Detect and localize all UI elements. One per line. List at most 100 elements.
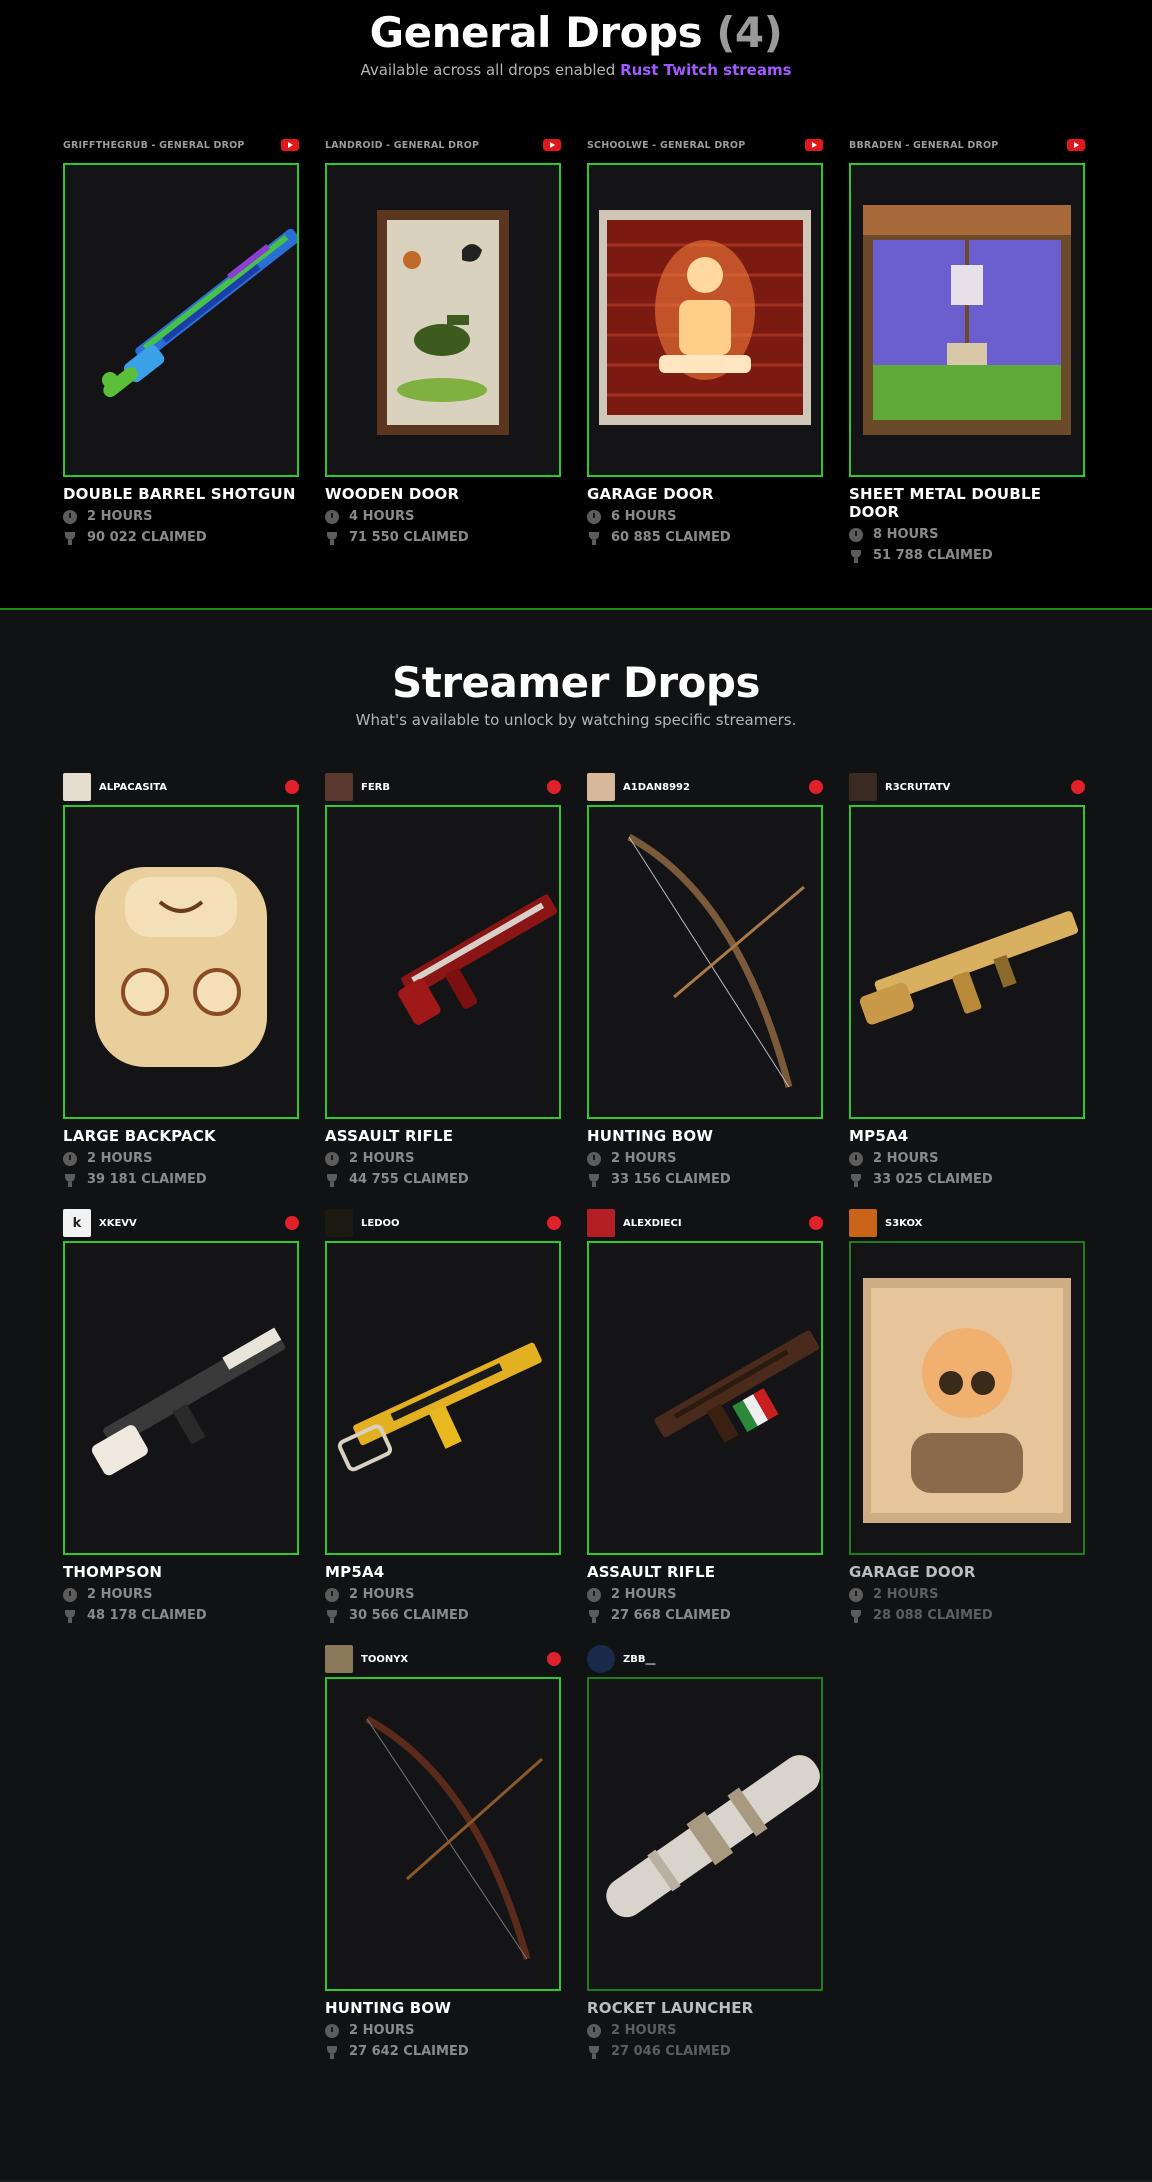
drop-card[interactable]: LANDROID - GENERAL DROP WOODEN DOOR 4 HO… — [325, 130, 561, 563]
claimed-value: 44 755 CLAIMED — [349, 1172, 469, 1187]
streamer-name[interactable]: XKEVV — [99, 1218, 285, 1229]
clock-icon — [587, 1151, 601, 1166]
item-image[interactable] — [325, 1677, 561, 1991]
streamer-avatar[interactable] — [849, 1209, 877, 1237]
drop-card[interactable]: ZBB__ ROCKET LAUNCHER 2 HOURS 27 046 CLA… — [587, 1644, 823, 2059]
live-dot-icon — [809, 780, 823, 794]
live-dot-icon — [547, 1652, 561, 1666]
claimed-value: 60 885 CLAIMED — [611, 530, 731, 545]
claimed-row: 48 178 CLAIMED — [63, 1608, 299, 1623]
hours-row: 2 HOURS — [63, 1151, 299, 1166]
streamer-name[interactable]: ALPACASITA — [99, 782, 285, 793]
youtube-icon[interactable] — [543, 139, 561, 151]
card-header: LEDOO — [325, 1208, 561, 1238]
claimed-value: 48 178 CLAIMED — [87, 1608, 207, 1623]
drop-card[interactable]: GRIFFTHEGRUB - GENERAL DROP DOUBLE BARRE… — [63, 130, 299, 563]
trophy-icon — [325, 1609, 339, 1623]
trophy-icon — [325, 531, 339, 545]
youtube-icon[interactable] — [805, 139, 823, 151]
claimed-row: 51 788 CLAIMED — [849, 548, 1085, 563]
item-image[interactable] — [63, 805, 299, 1119]
streamer-name[interactable]: S3KOX — [885, 1218, 1085, 1229]
youtube-icon[interactable] — [1067, 139, 1085, 151]
hours-value: 2 HOURS — [349, 1587, 415, 1602]
drop-source-label: BBRADEN - GENERAL DROP — [849, 139, 999, 151]
claimed-row: 30 566 CLAIMED — [325, 1608, 561, 1623]
card-header: GRIFFTHEGRUB - GENERAL DROP — [63, 130, 299, 160]
streamer-name[interactable]: A1DAN8992 — [623, 782, 809, 793]
item-image[interactable] — [849, 163, 1085, 477]
assault-rifle-illustration — [654, 1330, 820, 1443]
hours-row: 8 HOURS — [849, 527, 1085, 542]
streamer-name[interactable]: ZBB__ — [623, 1654, 823, 1665]
claimed-row: 71 550 CLAIMED — [325, 530, 561, 545]
hours-value: 2 HOURS — [611, 2023, 677, 2038]
item-image[interactable] — [587, 1677, 823, 1991]
item-name: LARGE BACKPACK — [63, 1127, 216, 1145]
drop-card[interactable]: A1DAN8992 HUNTING BOW 2 HOURS 33 156 CLA… — [587, 772, 823, 1187]
item-image[interactable] — [63, 1241, 299, 1555]
claimed-row: 39 181 CLAIMED — [63, 1172, 299, 1187]
streamer-avatar[interactable] — [325, 773, 353, 801]
hours-row: 2 HOURS — [63, 509, 299, 524]
streamer-name[interactable]: LEDOO — [361, 1218, 547, 1229]
item-image[interactable] — [587, 1241, 823, 1555]
live-dot-icon — [809, 1216, 823, 1230]
item-image[interactable] — [63, 163, 299, 477]
drop-card[interactable]: SCHOOLWE - GENERAL DROP GARAGE DOOR 6 HO… — [587, 130, 823, 563]
item-name: ASSAULT RIFLE — [587, 1563, 716, 1581]
hours-row: 2 HOURS — [63, 1587, 299, 1602]
grid-spacer — [63, 1644, 299, 2059]
item-image[interactable] — [849, 805, 1085, 1119]
drop-card[interactable]: k XKEVV THOMPSON 2 HOURS 48 178 CLAIMED — [63, 1208, 299, 1623]
item-name: ASSAULT RIFLE — [325, 1127, 454, 1145]
drop-card[interactable]: S3KOX GARAGE DOOR 2 HOURS 28 088 CLAIMED — [849, 1208, 1085, 1623]
card-header: BBRADEN - GENERAL DROP — [849, 130, 1085, 160]
thompson-illustration — [91, 1327, 286, 1476]
youtube-icon[interactable] — [281, 139, 299, 151]
wooden-door-illustration — [377, 210, 509, 435]
streamer-avatar[interactable] — [849, 773, 877, 801]
clock-icon — [63, 509, 77, 524]
drop-card[interactable]: R3CRUTATV MP5A4 2 HOURS 33 025 CLAIMED — [849, 772, 1085, 1187]
claimed-value: 33 156 CLAIMED — [611, 1172, 731, 1187]
assault-rifle-illustration — [398, 894, 558, 1025]
streamer-avatar[interactable] — [325, 1645, 353, 1673]
streamer-name[interactable]: ALEXDIECI — [623, 1218, 809, 1229]
item-image[interactable] — [325, 805, 561, 1119]
drop-card[interactable]: BBRADEN - GENERAL DROP SHEET METAL DOUBL… — [849, 130, 1085, 563]
rust-twitch-streams-link[interactable]: Rust Twitch streams — [620, 61, 791, 79]
item-image[interactable] — [849, 1241, 1085, 1555]
streamer-name[interactable]: TOONYX — [361, 1654, 547, 1665]
hours-value: 2 HOURS — [349, 2023, 415, 2038]
hours-value: 4 HOURS — [349, 509, 415, 524]
streamer-name[interactable]: FERB — [361, 782, 547, 793]
streamer-avatar[interactable] — [587, 1645, 615, 1673]
streamer-avatar[interactable] — [325, 1209, 353, 1237]
item-image[interactable] — [587, 805, 823, 1119]
drop-card[interactable]: LEDOO MP5A4 2 HOURS 30 566 CLAIMED — [325, 1208, 561, 1623]
card-header: LANDROID - GENERAL DROP — [325, 130, 561, 160]
trophy-icon — [849, 549, 863, 563]
streamer-name[interactable]: R3CRUTATV — [885, 782, 1071, 793]
streamer-avatar[interactable] — [587, 773, 615, 801]
item-image[interactable] — [587, 163, 823, 477]
drop-card[interactable]: TOONYX HUNTING BOW 2 HOURS 27 642 CLAIME… — [325, 1644, 561, 2059]
trophy-icon — [587, 1609, 601, 1623]
card-header: R3CRUTATV — [849, 772, 1085, 802]
general-drops-section: General Drops (4) Available across all d… — [0, 0, 1152, 610]
streamer-avatar[interactable] — [587, 1209, 615, 1237]
item-image[interactable] — [325, 1241, 561, 1555]
clock-icon — [587, 1587, 601, 1602]
drop-card[interactable]: FERB ASSAULT RIFLE 2 HOURS 44 755 CLAIME… — [325, 772, 561, 1187]
drop-card[interactable]: ALPACASITA LARGE BACKPACK 2 HOURS 39 181… — [63, 772, 299, 1187]
streamer-avatar[interactable]: k — [63, 1209, 91, 1237]
item-image[interactable] — [325, 163, 561, 477]
hours-row: 2 HOURS — [325, 1151, 561, 1166]
item-name: DOUBLE BARREL SHOTGUN — [63, 485, 296, 503]
claimed-row: 33 025 CLAIMED — [849, 1172, 1085, 1187]
streamer-avatar[interactable] — [63, 773, 91, 801]
mp5a4-illustration — [859, 911, 1079, 1025]
drop-card[interactable]: ALEXDIECI ASSAULT RIFLE 2 HOURS 27 668 C… — [587, 1208, 823, 1623]
hours-value: 2 HOURS — [87, 1151, 153, 1166]
